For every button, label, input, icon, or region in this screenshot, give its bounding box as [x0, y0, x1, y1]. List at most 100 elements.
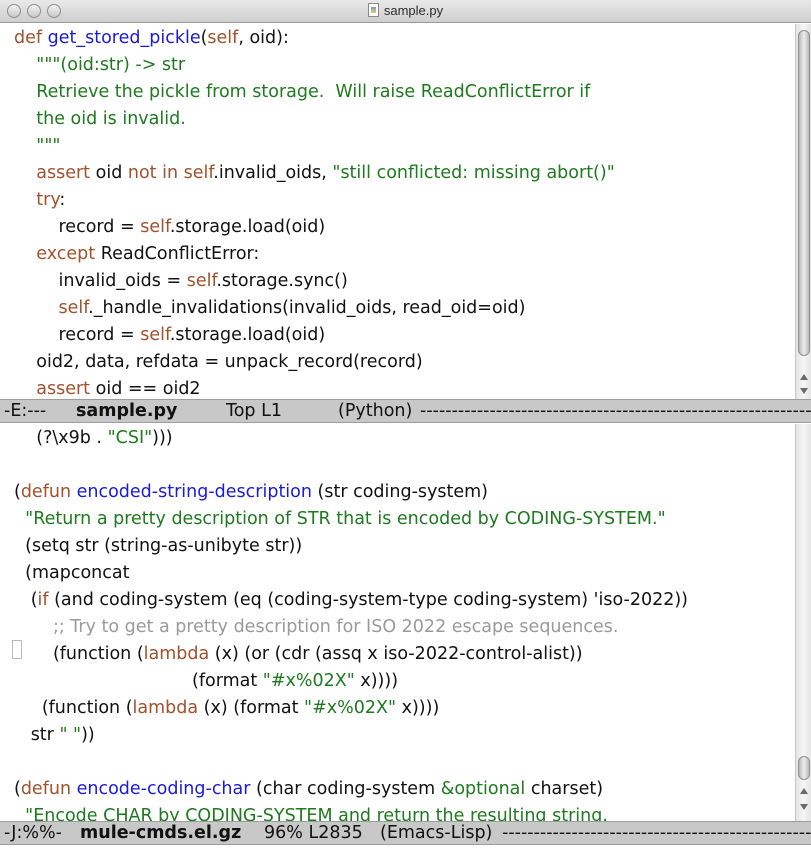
- code-line[interactable]: (function (lambda (x) (format "#x%02X" x…: [14, 695, 439, 722]
- code-token: x)))): [396, 698, 440, 718]
- code-line[interactable]: """: [14, 133, 60, 160]
- code-line[interactable]: record = self.storage.load(oid): [14, 214, 326, 241]
- code-line[interactable]: except ReadConflictError:: [14, 241, 259, 268]
- code-token: record =: [14, 217, 141, 237]
- window-title-bar: sample.py: [0, 0, 811, 23]
- code-token: """: [36, 136, 61, 156]
- code-token: (char coding-system: [250, 779, 441, 799]
- code-token: " ": [59, 725, 82, 745]
- code-line[interactable]: (format "#x%02X" x)))): [14, 668, 398, 695]
- code-token: "CSI": [107, 428, 153, 448]
- code-token: (x) (format: [198, 698, 305, 718]
- code-line[interactable]: (setq str (string-as-unibyte str)): [14, 533, 302, 560]
- code-line[interactable]: "Encode CHAR by CODING-SYSTEM and return…: [14, 803, 608, 822]
- top-scrollbar-thumb[interactable]: [798, 30, 810, 356]
- scroll-up-arrow-icon[interactable]: [800, 788, 808, 794]
- code-token: (?\x9b .: [14, 428, 108, 448]
- python-editor-pane[interactable]: def get_stored_pickle(self, oid): """(oi…: [0, 24, 795, 400]
- code-line[interactable]: (if (and coding-system (eq (coding-syste…: [14, 587, 688, 614]
- code-token: lambda: [143, 644, 210, 664]
- code-line[interactable]: oid2, data, refdata = unpack_record(reco…: [14, 349, 422, 376]
- code-line[interactable]: assert oid == oid2: [14, 376, 201, 400]
- elisp-editor-pane[interactable]: (?\x9b . "CSI"))) (defun encoded-string-d…: [0, 424, 795, 822]
- code-token: """(oid:str) -> str: [36, 55, 186, 75]
- mode-line-fill: ----------------------------------------…: [420, 401, 811, 421]
- top-mode-line[interactable]: -E:--- sample.py Top L1 (Python) -------…: [0, 399, 811, 423]
- code-token: (: [14, 482, 21, 502]
- code-line[interactable]: (?\x9b . "CSI"))): [14, 425, 172, 452]
- code-token: self: [140, 325, 170, 345]
- code-token: assert: [36, 163, 91, 183]
- minibuffer[interactable]: [0, 845, 811, 866]
- code-token: (function (: [14, 644, 144, 664]
- code-token: (: [14, 779, 21, 799]
- code-line[interactable]: invalid_oids = self.storage.sync(): [14, 268, 348, 295]
- code-token: , oid):: [238, 28, 289, 48]
- code-token: charset): [525, 779, 604, 799]
- code-line[interactable]: """(oid:str) -> str: [14, 52, 185, 79]
- code-token: encode-coding-char: [76, 779, 251, 799]
- code-token: oid == oid2: [90, 379, 201, 399]
- bottom-scrollbar-thumb[interactable]: [798, 756, 810, 780]
- code-token: str: [14, 725, 60, 745]
- code-line[interactable]: the oid is invalid.: [14, 106, 186, 133]
- code-token: (: [14, 590, 38, 610]
- window-title: sample.py: [0, 3, 811, 18]
- code-token: (format: [14, 671, 263, 691]
- code-token: ._handle_invalidations(invalid_oids, rea…: [88, 298, 526, 318]
- code-token: (and coding-system (eq (coding-system-ty…: [48, 590, 689, 610]
- scroll-down-arrow-icon[interactable]: [800, 804, 808, 810]
- code-token: invalid_oids =: [14, 271, 187, 291]
- code-line[interactable]: (mapconcat: [14, 560, 129, 587]
- code-token: try: [36, 190, 60, 210]
- code-token: except: [36, 244, 96, 264]
- top-scrollbar[interactable]: [795, 24, 811, 400]
- code-line[interactable]: def get_stored_pickle(self, oid):: [14, 25, 289, 52]
- code-token: "#x%02X": [262, 671, 355, 691]
- mode-line-fill: ----------------------------------------…: [502, 823, 811, 843]
- code-line[interactable]: self._handle_invalidations(invalid_oids,…: [14, 295, 526, 322]
- code-line[interactable]: (defun encoded-string-description (str c…: [14, 479, 488, 506]
- scroll-down-arrow-icon[interactable]: [800, 388, 808, 394]
- mode-line-buffer-name[interactable]: sample.py: [76, 400, 177, 422]
- code-token: (str coding-system): [311, 482, 489, 502]
- code-line[interactable]: ;; Try to get a pretty description for I…: [14, 614, 619, 641]
- code-token: x)))): [354, 671, 399, 691]
- mode-line-major-mode[interactable]: (Python): [338, 400, 412, 422]
- mode-line-status: -J:%%-: [4, 823, 62, 843]
- mode-line-buffer-name[interactable]: mule-cmds.el.gz: [80, 822, 241, 844]
- code-token: &optional: [440, 779, 526, 799]
- code-line[interactable]: (function (lambda (x) (or (cdr (assq x i…: [14, 641, 583, 668]
- code-line[interactable]: record = self.storage.load(oid): [14, 322, 326, 349]
- document-icon: [367, 3, 379, 17]
- mode-line-major-mode[interactable]: (Emacs-Lisp): [380, 822, 492, 844]
- code-line[interactable]: (defun encode-coding-char (char coding-s…: [14, 776, 603, 803]
- code-token: record =: [14, 325, 141, 345]
- code-line[interactable]: try:: [14, 187, 65, 214]
- bottom-scrollbar[interactable]: [795, 424, 811, 822]
- scroll-up-arrow-icon[interactable]: [800, 374, 808, 380]
- code-line[interactable]: "Return a pretty description of STR that…: [14, 506, 666, 533]
- fringe-cursor-box: [12, 640, 22, 659]
- code-token: :: [59, 190, 66, 210]
- code-line[interactable]: Retrieve the pickle from storage. Will r…: [14, 79, 590, 106]
- code-token: "Return a pretty description of STR that…: [25, 509, 666, 529]
- code-token: "#x%02X": [304, 698, 397, 718]
- code-token: self: [183, 163, 214, 183]
- code-token: assert: [36, 379, 91, 399]
- code-line[interactable]: str " ")): [14, 722, 95, 749]
- code-token: ReadConflictError:: [95, 244, 260, 264]
- window-title-text: sample.py: [383, 3, 444, 18]
- code-token: "Encode CHAR by CODING-SYSTEM and return…: [25, 806, 608, 822]
- bottom-mode-line[interactable]: -J:%%- mule-cmds.el.gz 96% L2835 (Emacs-…: [0, 821, 811, 845]
- code-line[interactable]: assert oid not in self.invalid_oids, "st…: [14, 160, 615, 187]
